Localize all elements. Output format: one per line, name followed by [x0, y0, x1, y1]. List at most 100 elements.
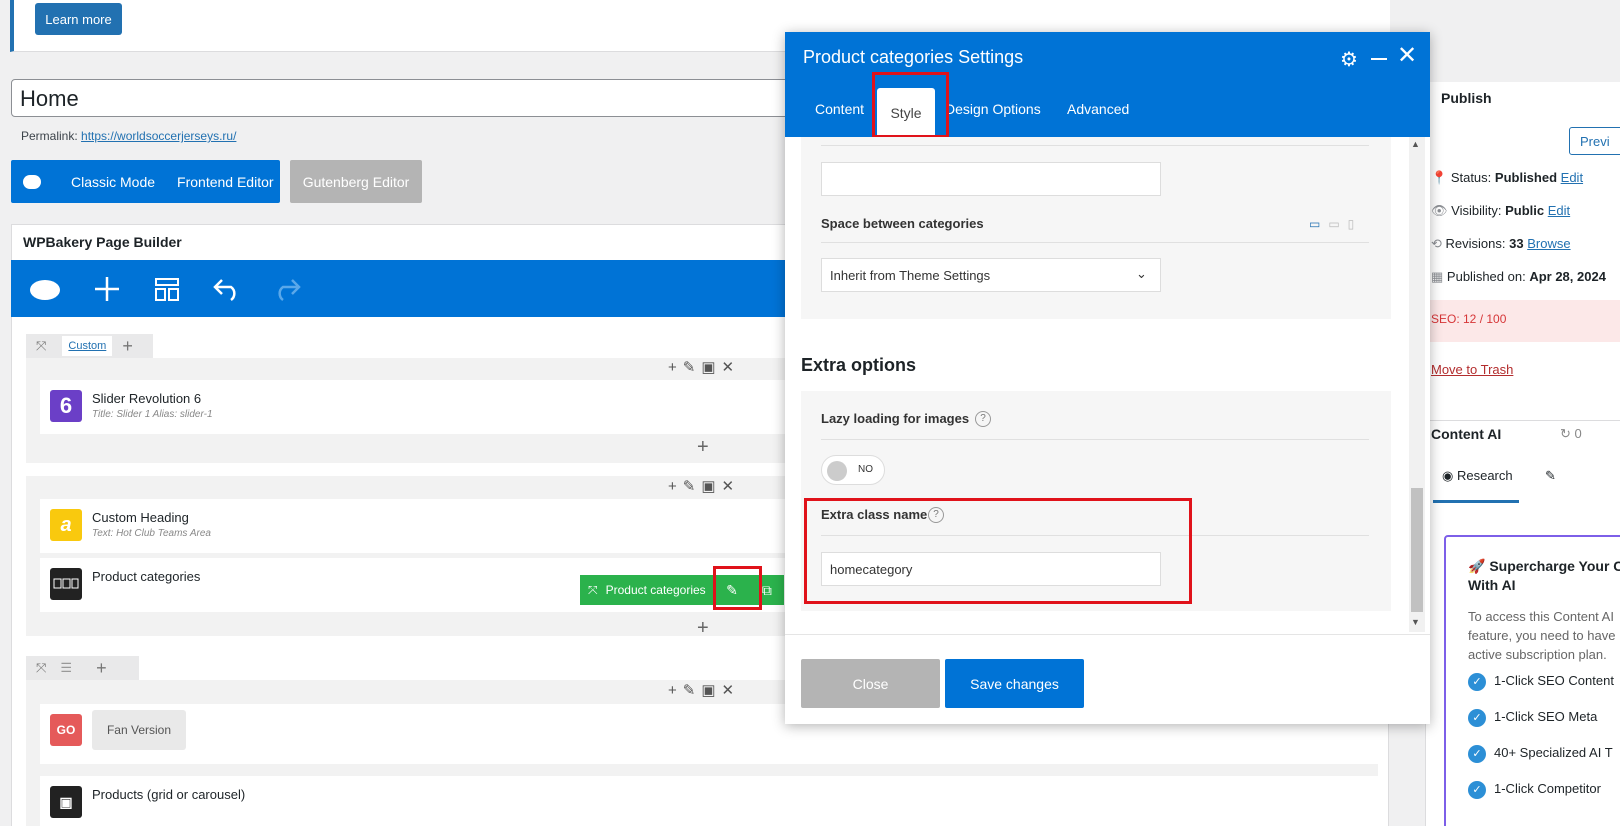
scroll-up-icon[interactable]: ▲ — [1411, 139, 1420, 149]
permalink-label: Permalink: — [21, 129, 78, 143]
permalink: Permalink: https://worldsoccerjerseys.ru… — [21, 129, 236, 143]
visibility-label: Visibility: — [1451, 203, 1502, 218]
device-icons[interactable]: ▭▭▯ — [1309, 217, 1362, 231]
toggle-knob — [827, 461, 847, 481]
post-title-input[interactable]: Home — [11, 79, 811, 117]
status-edit-link[interactable]: Edit — [1561, 170, 1583, 185]
text-field[interactable] — [821, 162, 1161, 196]
classic-mode-button[interactable]: Classic Mode — [71, 174, 155, 190]
visibility-edit-link[interactable]: Edit — [1548, 203, 1570, 218]
tab-advanced[interactable]: Advanced — [1067, 101, 1129, 117]
highlight-edit-icon — [713, 566, 762, 610]
chevron-down-icon: ⌄ — [1136, 266, 1147, 281]
history-icon: ⟲ — [1431, 236, 1442, 251]
upsell-item-text: 1-Click SEO Meta — [1494, 709, 1598, 724]
browse-link[interactable]: Browse — [1527, 236, 1570, 251]
go-icon: GO — [50, 714, 82, 746]
add-column-icon[interactable]: + — [96, 658, 107, 679]
research-label: Research — [1456, 468, 1513, 483]
check-icon: ✓ — [1468, 709, 1486, 727]
divider — [821, 439, 1369, 440]
close-button[interactable]: Close — [801, 659, 940, 708]
lazy-toggle[interactable]: NO — [821, 455, 885, 485]
help-icon[interactable]: ? — [975, 411, 991, 427]
row-tab-custom[interactable]: Custom — [62, 336, 113, 356]
add-element-icon[interactable]: + — [697, 436, 709, 459]
check-icon: ✓ — [1468, 745, 1486, 763]
element-hover-label[interactable]: ⤧ Product categories — [580, 575, 714, 605]
highlight-extra-class — [804, 498, 1192, 604]
tab-underline — [1433, 500, 1519, 503]
published-on-label: Published on: — [1446, 269, 1526, 284]
close-icon[interactable]: ✕ — [1397, 44, 1417, 68]
editor-mode-bar: Classic Mode Frontend Editor — [11, 160, 280, 203]
publish-heading: Publish — [1441, 90, 1492, 106]
preview-button[interactable]: Previ — [1569, 127, 1620, 155]
column-controls[interactable]: +✎▣✕ — [668, 358, 740, 376]
element-products[interactable]: ▣ Products (grid or carousel) — [40, 776, 1378, 826]
modal-title: Product categories Settings — [803, 47, 1024, 67]
status-label: Status: — [1450, 170, 1492, 185]
scrollbar-thumb[interactable] — [1411, 488, 1423, 612]
published-date: Apr 28, 2024 — [1529, 269, 1606, 284]
fan-version-chip[interactable]: Fan Version — [92, 710, 186, 750]
column-controls[interactable]: +✎▣✕ — [668, 477, 740, 495]
element-sub: Text: Hot Club Teams Area — [92, 528, 211, 539]
gutenberg-editor-button[interactable]: Gutenberg Editor — [290, 160, 422, 203]
upsell-item-text: 40+ Specialized AI T — [1494, 745, 1613, 760]
element-custom-heading[interactable]: a Custom Heading Text: Hot Club Teams Ar… — [40, 499, 786, 553]
calendar-icon: ▦ — [1431, 269, 1444, 284]
move-icon[interactable]: ⤧ — [588, 583, 598, 598]
space-label: Space between categories — [821, 216, 984, 231]
divider — [1426, 420, 1620, 421]
redo-icon — [270, 272, 304, 306]
space-select[interactable]: Inherit from Theme Settings — [821, 258, 1161, 292]
slider-revolution-icon: 6 — [50, 390, 82, 422]
upsell-item: ✓ 1-Click SEO Content — [1468, 673, 1614, 691]
upsell-title: 🚀 Supercharge Your C With AI — [1468, 558, 1620, 593]
upsell-item: ✓ 1-Click Competitor — [1468, 781, 1601, 799]
row-controls: ⤧ ☰ + — [26, 656, 139, 680]
undo-icon[interactable] — [210, 272, 244, 306]
element-name: Product categories — [92, 569, 201, 584]
write-tab-icon[interactable]: ✎ — [1545, 468, 1556, 484]
refresh-icon[interactable]: ↻ — [1560, 426, 1571, 441]
add-element-icon[interactable] — [90, 272, 124, 306]
add-element-icon[interactable]: + — [697, 617, 709, 640]
check-icon: ✓ — [1468, 673, 1486, 691]
extra-options-heading: Extra options — [801, 355, 917, 375]
upsell-body: To access this Content AI feature, you n… — [1468, 609, 1616, 662]
visibility-row: 👁 Visibility: Public Edit — [1431, 203, 1570, 219]
wpbakery-title: WPBakery Page Builder — [23, 234, 182, 250]
toggle-text: NO — [858, 464, 873, 475]
published-row: ▦ Published on: Apr 28, 2024 — [1431, 269, 1606, 285]
minimize-icon[interactable] — [1371, 58, 1387, 60]
upsell-item-text: 1-Click SEO Content — [1494, 673, 1614, 688]
permalink-link[interactable]: https://worldsoccerjerseys.ru/ — [81, 129, 236, 143]
gear-icon[interactable]: ⚙ — [1340, 47, 1358, 72]
move-row-icon[interactable]: ⤧ — [36, 660, 46, 676]
credits-value: 0 — [1574, 426, 1582, 441]
column-controls[interactable]: +✎▣✕ — [668, 681, 740, 699]
wpbakery-cloud-icon[interactable] — [28, 272, 62, 306]
tab-design-options[interactable]: Design Options — [945, 101, 1041, 117]
content-ai-heading: Content AI — [1431, 426, 1502, 442]
add-column-icon[interactable]: + — [122, 336, 133, 357]
content-ai-upsell: 🚀 Supercharge Your C With AI To access t… — [1444, 535, 1620, 826]
research-tab[interactable]: ◉ Research — [1442, 468, 1513, 484]
templates-icon[interactable] — [150, 272, 184, 306]
clone-icon[interactable]: ⧉ — [762, 582, 772, 599]
pin-icon: 📍 — [1431, 170, 1448, 185]
tab-content[interactable]: Content — [815, 101, 864, 117]
move-row-icon[interactable]: ⤧ — [36, 338, 46, 354]
row-layout-icon[interactable]: ☰ — [60, 660, 72, 676]
scroll-down-icon[interactable]: ▼ — [1411, 617, 1420, 627]
move-to-trash-link[interactable]: Move to Trash — [1431, 362, 1513, 377]
frontend-editor-button[interactable]: Frontend Editor — [177, 174, 274, 190]
seo-score[interactable]: SEO: 12 / 100 — [1431, 312, 1506, 326]
research-icon: ◉ — [1442, 468, 1454, 483]
save-changes-button[interactable]: Save changes — [945, 659, 1084, 708]
element-slider-revolution[interactable]: 6 Slider Revolution 6 Title: Slider 1 Al… — [40, 380, 786, 434]
learn-more-button[interactable]: Learn more — [35, 3, 122, 35]
lazy-label: Lazy loading for images — [821, 411, 970, 426]
